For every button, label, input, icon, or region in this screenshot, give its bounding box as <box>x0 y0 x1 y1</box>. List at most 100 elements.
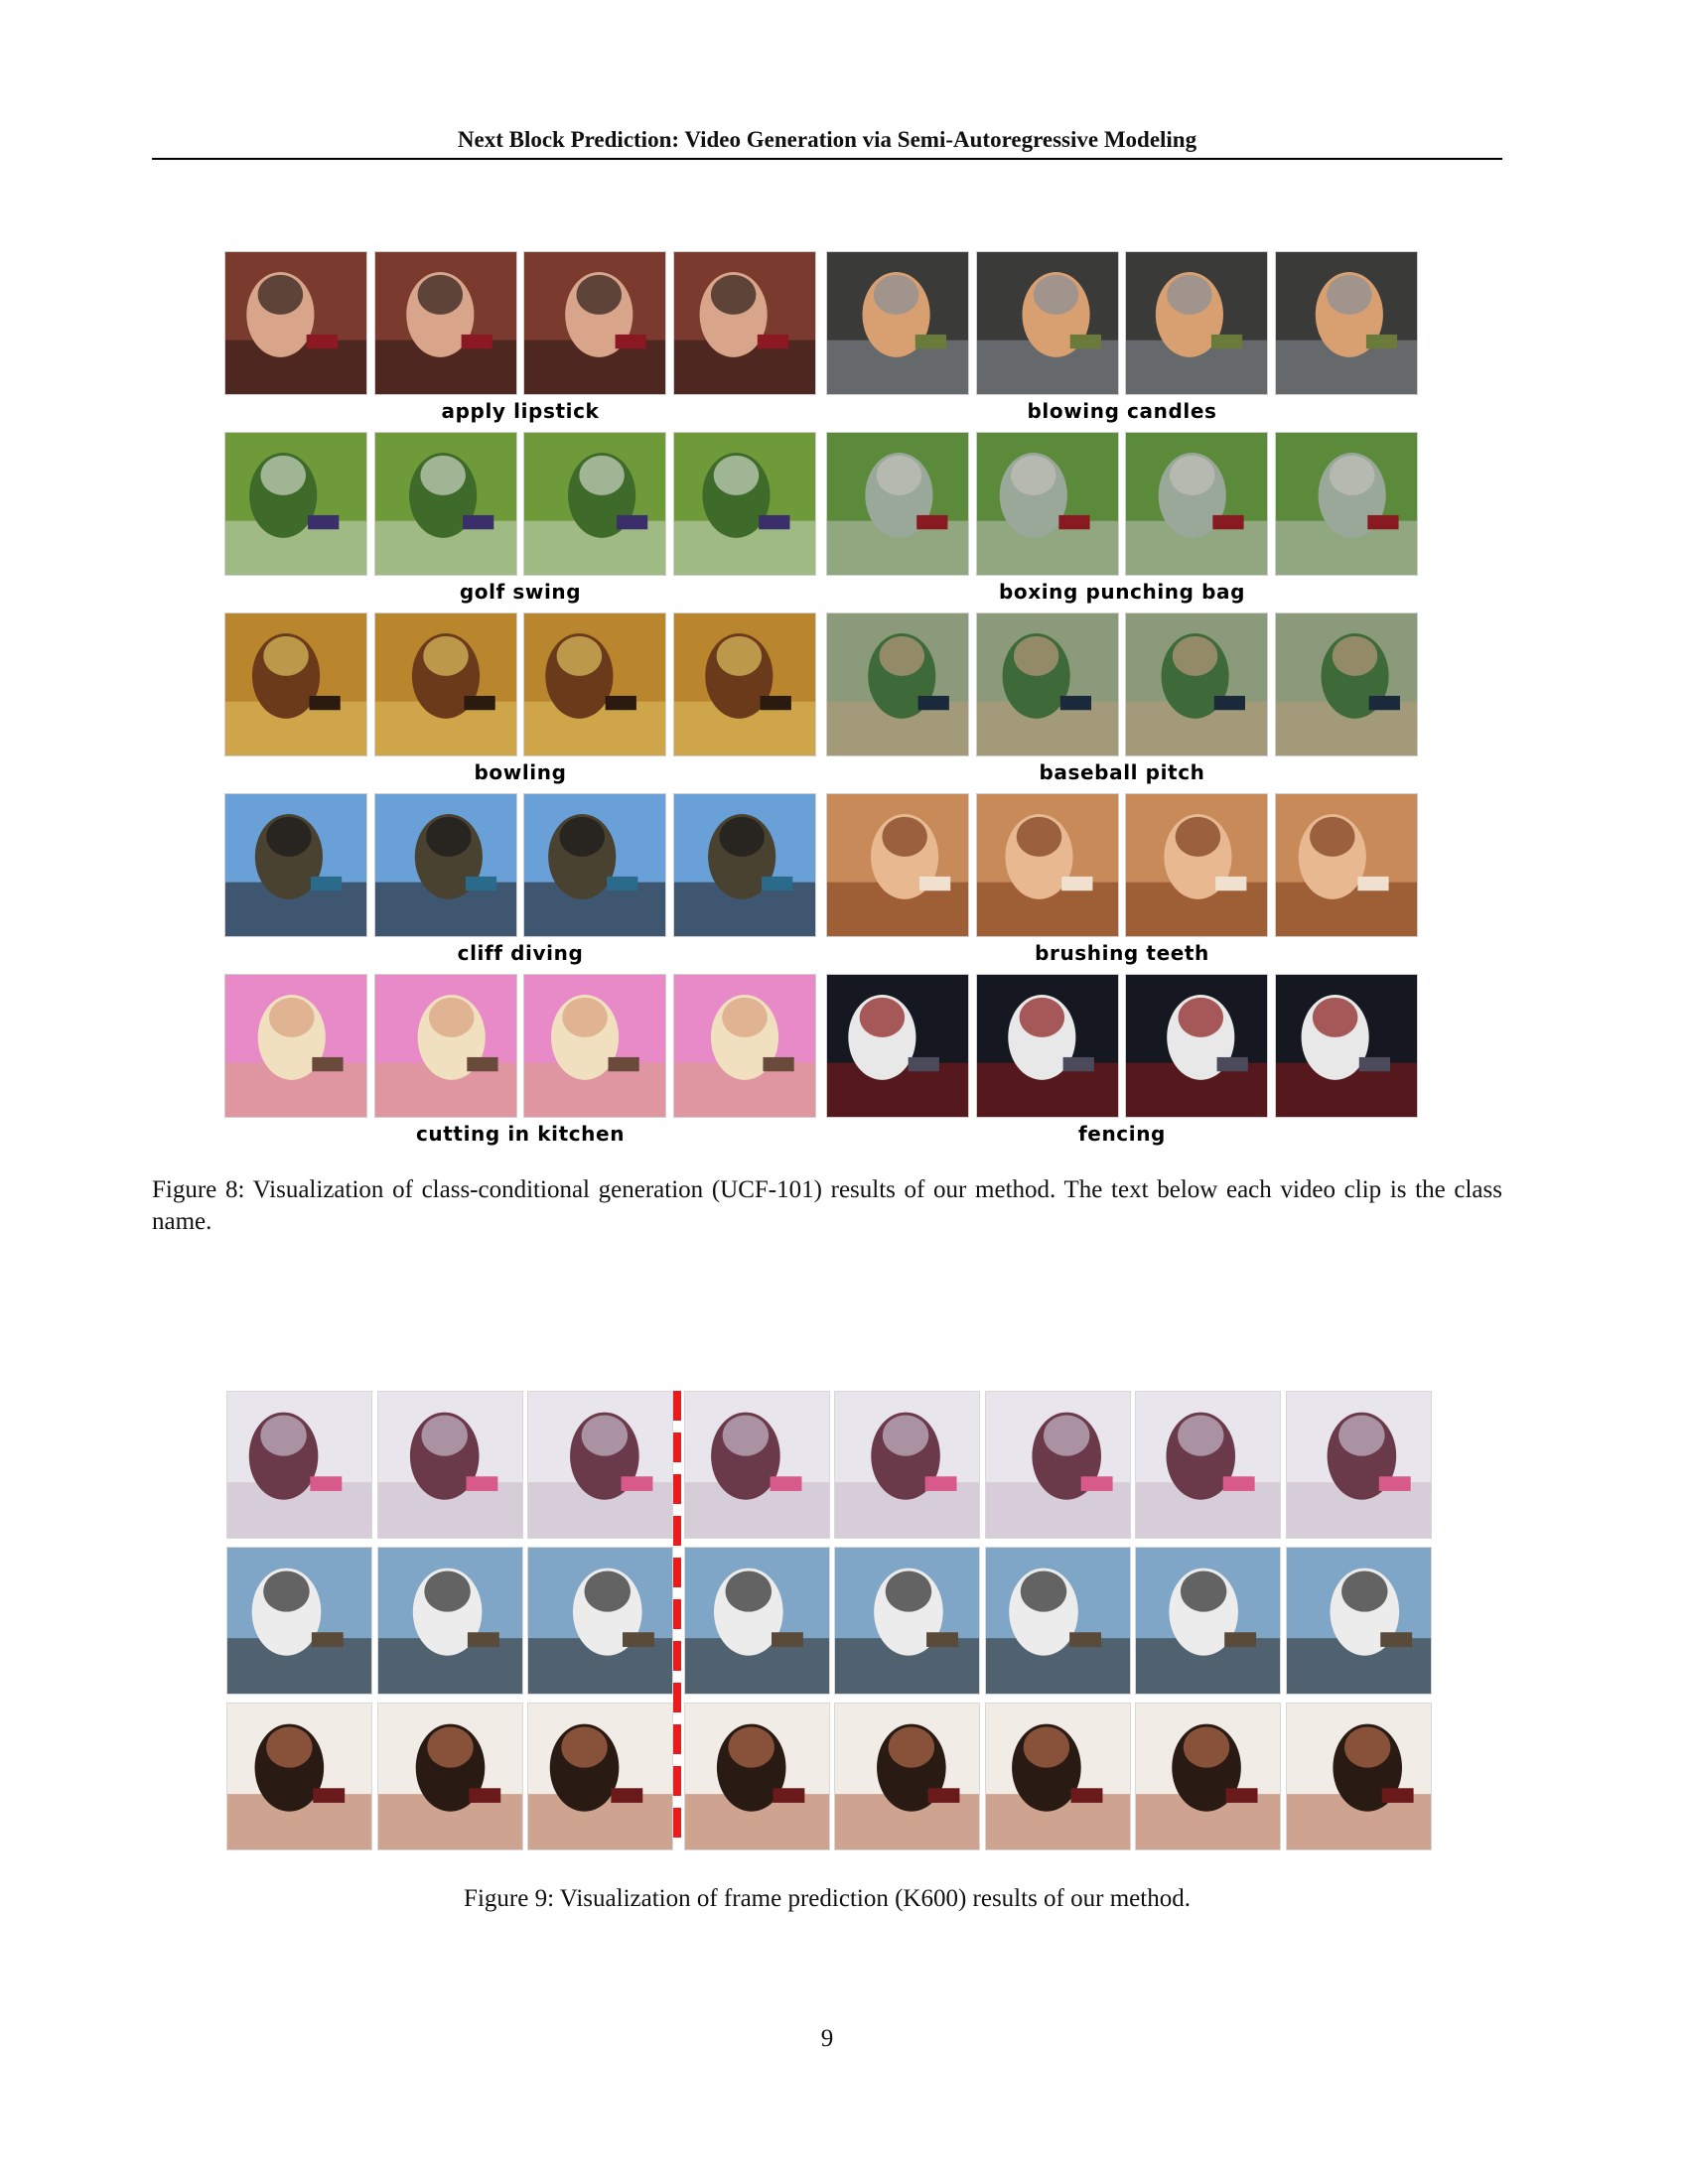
class-label: golf swing <box>459 580 582 604</box>
clip-frames <box>826 974 1418 1118</box>
context-frame <box>226 1547 372 1695</box>
context-frame <box>226 1391 372 1539</box>
video-frame <box>523 974 666 1118</box>
predicted-frame <box>984 1547 1131 1695</box>
class-label: fencing <box>1078 1122 1166 1146</box>
predicted-frame <box>1135 1703 1281 1850</box>
clip-frames <box>826 613 1418 756</box>
context-frame <box>527 1703 673 1850</box>
predicted-frame <box>683 1703 830 1850</box>
page-number: 9 <box>820 2025 834 2052</box>
predicted-frame <box>1135 1391 1281 1539</box>
video-frame <box>975 251 1119 395</box>
context-prediction-divider <box>673 1391 681 1849</box>
context-frame <box>226 1703 372 1850</box>
video-frame <box>523 613 666 756</box>
video-frame <box>1125 613 1268 756</box>
prediction-row-skier-on-slope <box>226 1547 1432 1695</box>
figure-8-grid: apply lipstick blowing candles golf swing b… <box>224 251 1430 1146</box>
predicted-frame <box>834 1547 980 1695</box>
video-frame <box>224 432 367 576</box>
video-frame <box>1274 974 1418 1118</box>
prediction-row-woman-drinking-wine <box>226 1703 1432 1850</box>
video-frame <box>523 793 666 937</box>
class-label: boxing punching bag <box>998 580 1246 604</box>
clip-frames <box>826 432 1418 576</box>
video-clip: boxing punching bag <box>826 432 1418 604</box>
clip-frames <box>224 613 816 756</box>
video-frame <box>1274 613 1418 756</box>
video-clip: apply lipstick <box>224 251 816 423</box>
video-frame <box>975 793 1119 937</box>
video-frame <box>373 793 517 937</box>
video-frame <box>672 793 816 937</box>
video-clip: blowing candles <box>826 251 1418 423</box>
video-clip: fencing <box>826 974 1418 1146</box>
video-frame <box>1274 432 1418 576</box>
video-frame <box>1125 251 1268 395</box>
video-frame <box>826 793 969 937</box>
class-label: cliff diving <box>457 941 584 965</box>
class-label: brushing teeth <box>1035 941 1209 965</box>
video-frame <box>672 974 816 1118</box>
figure-8-caption: Figure 8: Visualization of class-conditi… <box>152 1176 1502 1235</box>
predicted-frame <box>683 1391 830 1539</box>
video-clip: bowling <box>224 613 816 784</box>
video-clip: golf swing <box>224 432 816 604</box>
predicted-frame <box>984 1703 1131 1850</box>
predicted-frame <box>984 1391 1131 1539</box>
predicted-frame <box>834 1391 980 1539</box>
video-frame <box>975 974 1119 1118</box>
video-frame <box>523 432 666 576</box>
class-label: baseball pitch <box>1039 760 1205 784</box>
context-frame <box>527 1547 673 1695</box>
clip-frames <box>224 974 816 1118</box>
video-frame <box>672 613 816 756</box>
running-head: Next Block Prediction: Video Generation … <box>457 127 1197 152</box>
video-frame <box>1274 793 1418 937</box>
video-frame <box>1125 432 1268 576</box>
video-frame <box>826 251 969 395</box>
figure-9-caption: Figure 9: Visualization of frame predict… <box>464 1885 1191 1912</box>
predicted-frame <box>1285 1391 1432 1539</box>
video-frame <box>373 613 517 756</box>
class-label: apply lipstick <box>441 399 600 423</box>
video-clip: brushing teeth <box>826 793 1418 965</box>
video-frame <box>826 974 969 1118</box>
video-frame <box>1125 974 1268 1118</box>
video-frame <box>975 432 1119 576</box>
video-frame <box>1274 251 1418 395</box>
header-rule <box>152 158 1502 160</box>
video-clip: baseball pitch <box>826 613 1418 784</box>
context-frame <box>376 1391 523 1539</box>
predicted-frame <box>1135 1547 1281 1695</box>
context-frame <box>376 1703 523 1850</box>
video-frame <box>672 432 816 576</box>
video-frame <box>1125 793 1268 937</box>
video-frame <box>672 251 816 395</box>
video-frame <box>975 613 1119 756</box>
clip-frames <box>224 793 816 937</box>
video-clip: cutting in kitchen <box>224 974 816 1146</box>
class-label: bowling <box>474 760 567 784</box>
context-frame <box>376 1547 523 1695</box>
clip-frames <box>224 251 816 395</box>
class-label: cutting in kitchen <box>415 1122 626 1146</box>
clip-frames <box>224 432 816 576</box>
video-frame <box>224 251 367 395</box>
video-frame <box>373 432 517 576</box>
predicted-frame <box>683 1547 830 1695</box>
context-frame <box>527 1391 673 1539</box>
video-frame <box>224 974 367 1118</box>
clip-frames <box>826 251 1418 395</box>
video-clip: cliff diving <box>224 793 816 965</box>
video-frame <box>826 432 969 576</box>
predicted-frame <box>834 1703 980 1850</box>
prediction-row-dancing-girls <box>226 1391 1432 1539</box>
video-frame <box>826 613 969 756</box>
video-frame <box>523 251 666 395</box>
predicted-frame <box>1285 1547 1432 1695</box>
clip-frames <box>826 793 1418 937</box>
video-frame <box>224 793 367 937</box>
class-label: blowing candles <box>1027 399 1217 423</box>
